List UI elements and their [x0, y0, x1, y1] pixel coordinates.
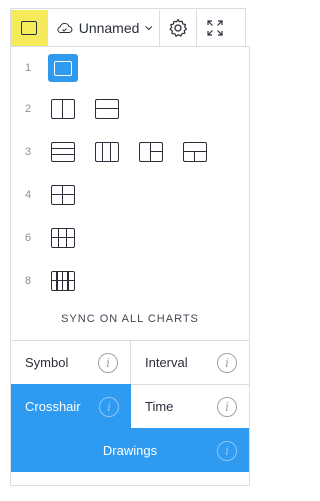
layout-option-eight-grid[interactable] [51, 271, 75, 291]
sync-interval-label: Interval [145, 355, 188, 370]
layout-row-count: 6 [25, 232, 32, 244]
layout-row-8: 8 [11, 266, 249, 296]
sync-crosshair-toggle[interactable]: Crosshair i [11, 384, 131, 428]
sync-drawings-toggle[interactable]: Drawings i [11, 428, 249, 472]
sync-symbol-toggle[interactable]: Symbol i [11, 340, 131, 384]
layout-row-6: 6 [11, 223, 249, 253]
sync-drawings-label: Drawings [102, 443, 158, 458]
layout-option-six-grid[interactable] [51, 228, 75, 248]
layout-option-one-left-two-right[interactable] [139, 142, 163, 162]
layout-option-one-top-two-bottom[interactable] [183, 142, 207, 162]
chevron-down-icon [145, 26, 153, 31]
sync-time-label: Time [145, 399, 174, 414]
layout-row-count: 2 [25, 103, 32, 115]
layout-option-four-grid[interactable] [51, 185, 75, 205]
layout-row-3: 3 [11, 137, 249, 167]
info-icon[interactable]: i [217, 396, 237, 417]
sync-time-toggle[interactable]: Time i [131, 384, 249, 428]
cloud-check-icon [57, 22, 73, 34]
layout-row-count: 4 [25, 189, 32, 201]
layout-row-4: 4 [11, 180, 249, 210]
layout-name-label: Unnamed [78, 20, 140, 36]
info-icon[interactable]: i [98, 352, 118, 373]
sync-heading: SYNC ON ALL CHARTS [61, 313, 199, 325]
single-pane-icon [54, 60, 72, 76]
gear-icon [169, 18, 188, 37]
sync-crosshair-label: Crosshair [25, 399, 81, 414]
layout-row-count: 1 [25, 62, 32, 74]
sync-interval-toggle[interactable]: Interval i [131, 340, 249, 384]
fullscreen-button[interactable] [197, 10, 233, 46]
info-icon[interactable]: i [217, 440, 237, 461]
layout-option-two-horizontal[interactable] [95, 99, 119, 119]
layout-option-three-horizontal[interactable] [51, 142, 75, 162]
fullscreen-icon [207, 20, 223, 36]
layout-option-single[interactable] [48, 54, 78, 82]
layout-dropdown-window: Unnamed 1 2 3 4 6 8 SYNC ON ALL CHARTS S… [0, 0, 275, 501]
top-toolbar: Unnamed [10, 8, 246, 47]
layout-button[interactable] [11, 10, 48, 46]
layout-row-2: 2 [11, 94, 249, 124]
layout-row-count: 8 [25, 275, 32, 287]
layout-row-1: 1 [11, 53, 249, 83]
layout-dropdown-panel: 1 2 3 4 6 8 SYNC ON ALL CHARTS Symbol i … [10, 46, 250, 486]
layout-row-count: 3 [25, 146, 32, 158]
settings-button[interactable] [160, 10, 197, 46]
info-icon[interactable]: i [217, 352, 237, 373]
sync-symbol-label: Symbol [25, 355, 69, 370]
layout-option-two-vertical[interactable] [51, 99, 75, 119]
layout-name-dropdown[interactable]: Unnamed [48, 10, 160, 46]
single-pane-layout-icon [21, 21, 37, 35]
layout-option-three-vertical[interactable] [95, 142, 119, 162]
info-icon[interactable]: i [99, 396, 119, 417]
